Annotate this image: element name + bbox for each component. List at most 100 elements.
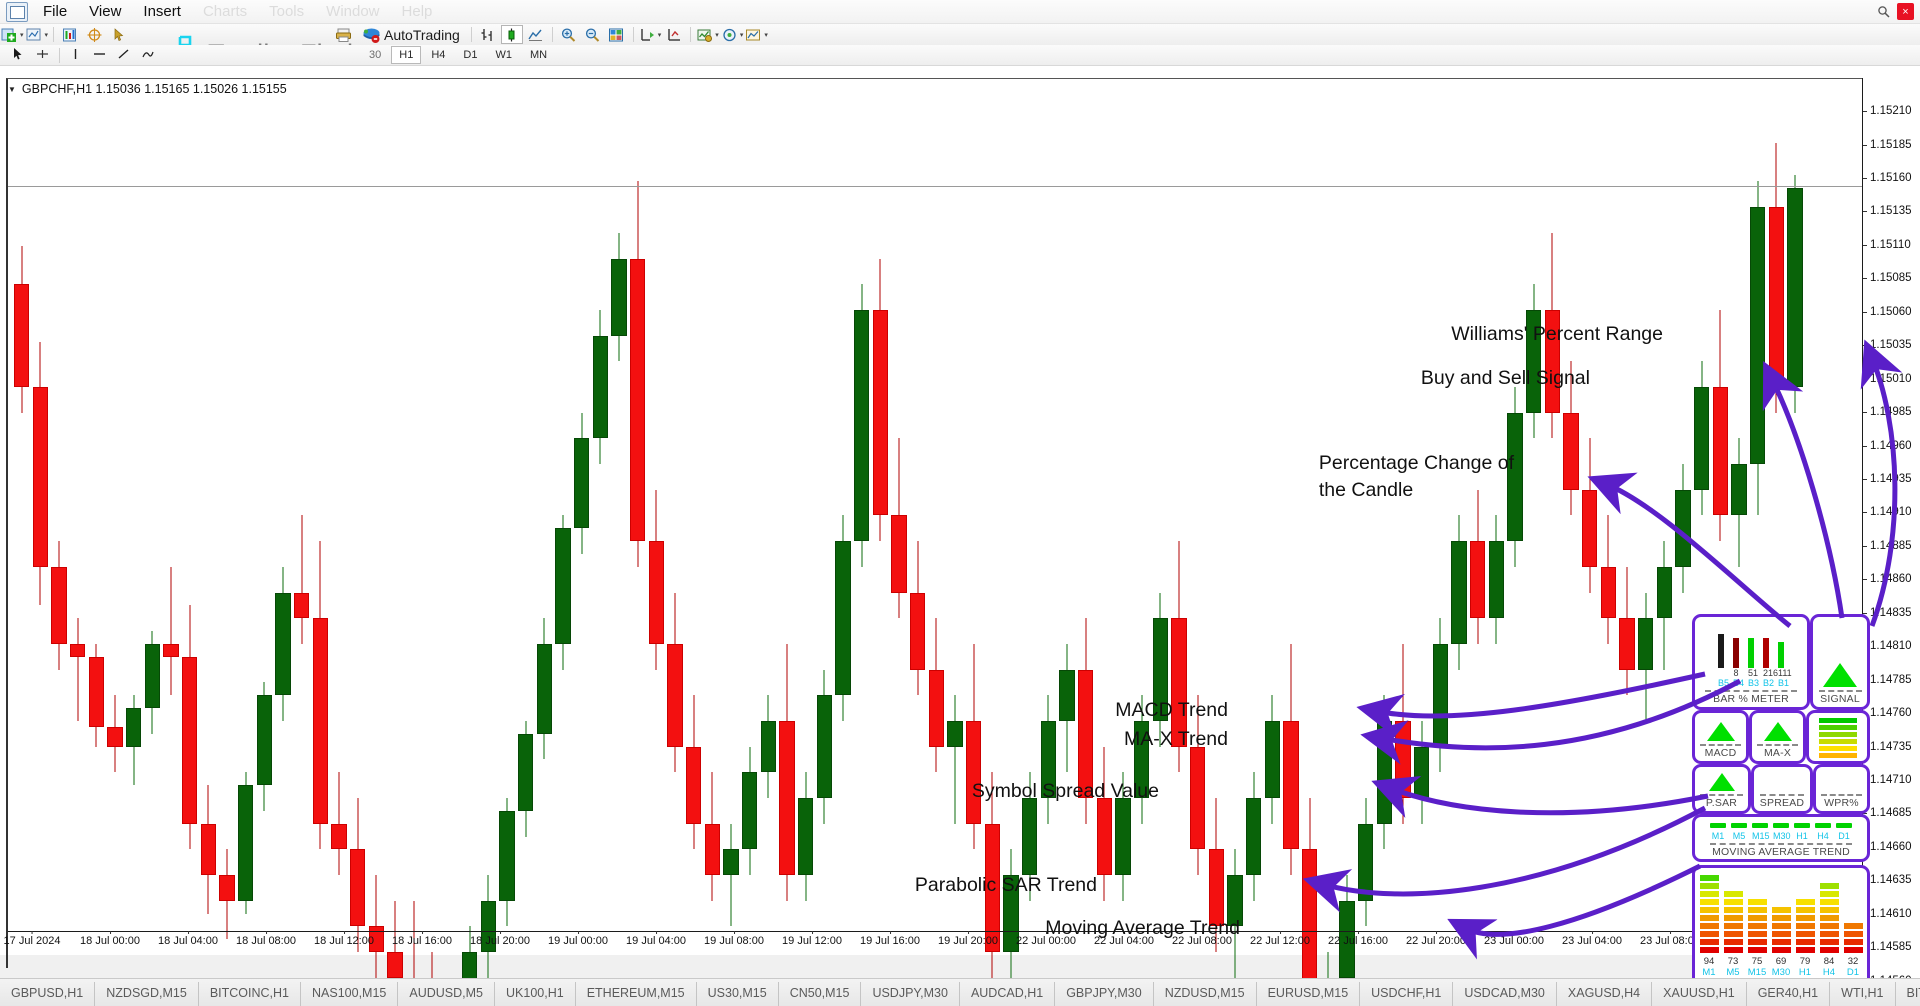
bar-percent-meter-cell[interactable]: 8 51 216 111 B5 B4 B3 B2 B1 BAR % METER <box>1692 614 1810 710</box>
candle <box>947 96 963 1006</box>
price-tick: 1.15085 <box>1863 272 1912 284</box>
chart-tab-gbpjpy-m30[interactable]: GBPJPY,M30 <box>1055 982 1154 1006</box>
autotrading-button[interactable]: AutoTrading <box>356 25 466 44</box>
tile-windows-button[interactable] <box>606 25 628 44</box>
search-icon[interactable] <box>1875 3 1892 20</box>
annotation-psar-trend: Parabolic SAR Trend <box>914 874 1097 896</box>
cursor-select-button[interactable] <box>8 46 30 65</box>
timeframe-30[interactable]: 30 <box>361 46 389 64</box>
shift-end-caret-icon[interactable]: ▾ <box>658 31 662 39</box>
candlestick-chart-button[interactable] <box>500 25 523 44</box>
shift-end-button[interactable]: ▾ <box>639 25 662 44</box>
periods-button[interactable]: ▾ <box>721 25 744 44</box>
max-cell[interactable]: MA-X <box>1749 710 1806 764</box>
chart-tab-wti-h1[interactable]: WTI,H1 <box>1830 982 1896 1006</box>
line-chart-button[interactable] <box>525 25 547 44</box>
timeframe-d1[interactable]: D1 <box>455 46 485 64</box>
cursor-icon <box>11 47 28 63</box>
candle <box>1544 96 1561 1006</box>
chart-area[interactable]: ▼ GBPCHF,H1 1.15036 1.15165 1.15026 1.15… <box>0 66 1920 1006</box>
chart-tab-audusd-m5[interactable]: AUDUSD,M5 <box>398 982 495 1006</box>
new-chart-caret-icon[interactable]: ▾ <box>45 31 49 39</box>
bar-meter-value: 51 <box>1748 668 1759 678</box>
vertical-line-button[interactable] <box>65 46 87 65</box>
candlestick-plot[interactable] <box>8 96 1860 1006</box>
chart-tab-cn50-m15[interactable]: CN50,M15 <box>779 982 862 1006</box>
chart-tab-bitcoin-h1[interactable]: BITCOIN,H1 <box>1896 982 1920 1006</box>
macd-cell[interactable]: MACD <box>1692 710 1749 764</box>
indicator-dashboard-panel[interactable]: 8 51 216 111 B5 B4 B3 B2 B1 BAR % METER SIGNAL … <box>1692 614 1870 998</box>
menu-item-tools[interactable]: Tools <box>258 0 315 23</box>
chart-tab-xauusd-h1[interactable]: XAUUSD,H1 <box>1652 982 1747 1006</box>
horizontal-line-button[interactable] <box>89 46 111 65</box>
templates-button[interactable]: ▾ <box>745 25 768 44</box>
candle <box>294 96 310 1006</box>
chart-tab-nzdsgd-m15[interactable]: NZDSGD,M15 <box>95 982 199 1006</box>
timeframe-mn[interactable]: MN <box>522 46 555 64</box>
chart-tab-us30-m15[interactable]: US30,M15 <box>697 982 779 1006</box>
annotation-max-trend: MA-X Trend <box>1123 728 1228 750</box>
menu-item-charts[interactable]: Charts <box>192 0 258 23</box>
chart-tab-uk100-h1[interactable]: UK100,H1 <box>495 982 576 1006</box>
candle <box>480 96 497 1006</box>
wpr-gauge-cell[interactable] <box>1806 710 1870 764</box>
chart-tab-nas100-m15[interactable]: NAS100,M15 <box>301 982 399 1006</box>
timeframe-w1[interactable]: W1 <box>487 46 520 64</box>
templates-caret-icon[interactable]: ▾ <box>764 31 768 39</box>
chart-tab-gbpusd-h1[interactable]: GBPUSD,H1 <box>0 982 96 1006</box>
chart-tab-bar[interactable]: GBPUSD,H1 NZDSGD,M15 BITCOINC,H1 NAS100,M15… <box>0 978 1920 1006</box>
wpr-cell[interactable]: WPR% <box>1813 764 1870 814</box>
close-icon[interactable]: × <box>1897 3 1914 20</box>
menu-item-window[interactable]: Window <box>315 0 390 23</box>
indicator-caret-icon[interactable]: ▾ <box>715 31 719 39</box>
menu-item-insert[interactable]: Insert <box>132 0 192 23</box>
trendline-button[interactable] <box>113 46 135 65</box>
chart-tab-ger40-h1[interactable]: GER40,H1 <box>1747 982 1831 1006</box>
crosshair-button[interactable] <box>83 25 105 44</box>
candle <box>574 96 590 1006</box>
psar-cell[interactable]: P.SAR <box>1692 764 1751 814</box>
price-axis[interactable]: 1.15210 1.15185 1.15160 1.15135 1.15110 1.150… <box>1862 78 1920 1006</box>
new-chart-button[interactable]: ▾ <box>26 25 49 44</box>
new-order-caret-icon[interactable]: ▾ <box>20 31 24 39</box>
signal-cell[interactable]: SIGNAL <box>1810 614 1870 710</box>
periods-caret-icon[interactable]: ▾ <box>740 31 744 39</box>
chart-tab-xagusd-h4[interactable]: XAGUSD,H4 <box>1557 982 1653 1006</box>
bar-chart-button[interactable] <box>477 25 499 44</box>
chart-tab-usdcad-m30[interactable]: USDCAD,M30 <box>1453 982 1557 1006</box>
ma-trend-dash <box>1752 823 1768 828</box>
spread-cell[interactable]: SPREAD <box>1751 764 1813 814</box>
indicator-list-button[interactable]: ▾ <box>696 25 719 44</box>
zoom-in-icon <box>560 27 577 43</box>
indicators-icon <box>62 27 79 43</box>
line-studies-toolbar: 30 H1 H4 D1 W1 MN <box>0 45 1920 66</box>
toolbar2-separator <box>59 47 60 63</box>
candle <box>331 96 347 1006</box>
chart-tab-usdchf-h1[interactable]: USDCHF,H1 <box>1360 982 1454 1006</box>
menu-item-view[interactable]: View <box>78 0 132 23</box>
timeframe-h1[interactable]: H1 <box>391 46 422 64</box>
menu-item-file[interactable]: File <box>32 0 78 23</box>
price-tick: 1.14785 <box>1863 674 1912 686</box>
auto-scroll-button[interactable] <box>663 25 685 44</box>
chart-tab-bitcoinc-h1[interactable]: BITCOINC,H1 <box>199 982 302 1006</box>
chart-tab-audcad-h1[interactable]: AUDCAD,H1 <box>960 982 1056 1006</box>
chart-tab-ethereum-m15[interactable]: ETHEREUM,M15 <box>576 982 697 1006</box>
crosshair-select-button[interactable] <box>32 46 54 65</box>
menu-item-help[interactable]: Help <box>391 0 444 23</box>
chart-tab-nzdusd-m15[interactable]: NZDUSD,M15 <box>1154 982 1257 1006</box>
equidistant-channel-button[interactable] <box>137 46 159 65</box>
stochastic-oscillators-box[interactable]: 94737569798432 M1M5M15M30H1H4D1 STOCHAST… <box>1692 865 1870 995</box>
moving-average-trend-box[interactable]: M1 M5 M15 M30 H1 H4 D1 MOVING AVERAGE TREND <box>1692 814 1870 862</box>
print-button[interactable] <box>332 25 354 44</box>
cursor-tool-button[interactable] <box>107 25 129 44</box>
new-order-button[interactable]: ▾ <box>1 25 24 44</box>
chart-tab-usdjpy-m30[interactable]: USDJPY,M30 <box>861 982 960 1006</box>
chart-tab-eurusd-m15[interactable]: EURUSD,M15 <box>1257 982 1361 1006</box>
zoom-out-button[interactable] <box>582 25 604 44</box>
indicators-button[interactable] <box>59 25 81 44</box>
candle <box>144 96 161 1006</box>
zoom-in-button[interactable] <box>558 25 580 44</box>
toolbar-separator-2 <box>470 27 472 42</box>
timeframe-h4[interactable]: H4 <box>423 46 453 64</box>
